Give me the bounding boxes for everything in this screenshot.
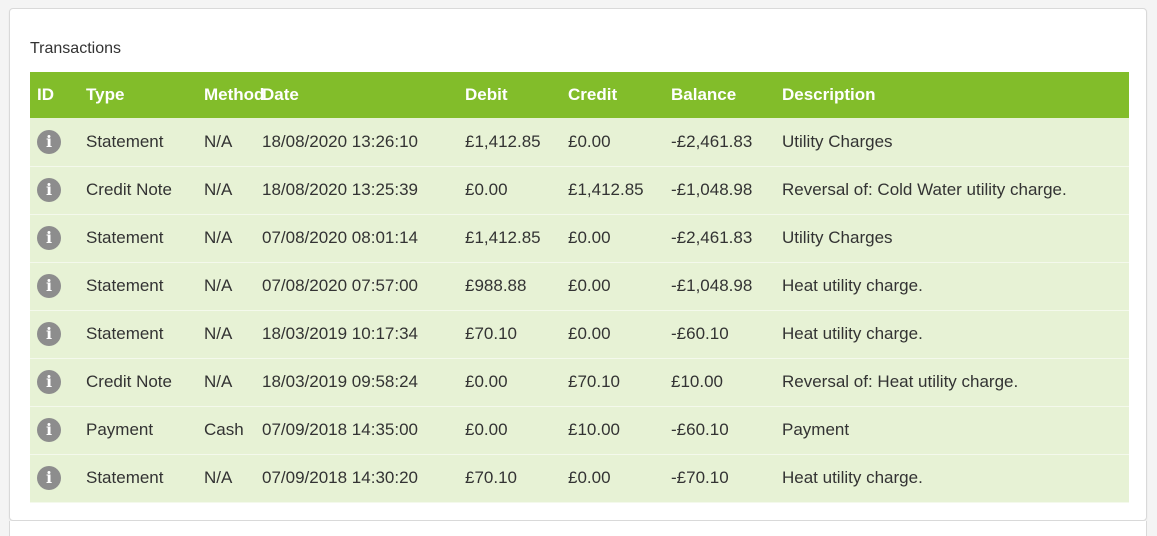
row-method: N/A	[204, 276, 233, 295]
row-debit: £988.88	[465, 276, 527, 295]
row-debit: £0.00	[465, 180, 508, 199]
info-icon[interactable]: i	[37, 129, 61, 154]
info-icon[interactable]: i	[37, 322, 61, 346]
row-id-cell: i	[30, 166, 86, 214]
table-row[interactable]: i Statement N/A 07/08/2020 08:01:14 £1,4…	[30, 214, 1129, 262]
row-balance: £10.00	[671, 372, 723, 391]
row-debit: £70.10	[465, 324, 517, 343]
row-balance: -£2,461.83	[671, 131, 753, 151]
row-description: Heat utility charge.	[782, 276, 923, 295]
column-header-description[interactable]: Description	[782, 72, 1129, 118]
row-date: 07/09/2018 14:30:20	[262, 468, 418, 487]
row-credit: £0.00	[568, 228, 611, 247]
row-method: N/A	[204, 131, 233, 151]
table-row[interactable]: i Credit Note N/A 18/08/2020 13:25:39 £0…	[30, 166, 1129, 214]
row-id-cell: i	[30, 118, 86, 166]
info-icon[interactable]: i	[37, 370, 61, 394]
info-icon[interactable]: i	[37, 274, 61, 298]
table-header-row: ID Type Method Date Debit Credit Balance…	[30, 72, 1129, 118]
info-icon[interactable]: i	[37, 418, 61, 442]
row-type: Credit Note	[86, 180, 172, 199]
row-debit: £70.10	[465, 468, 517, 487]
row-method: N/A	[204, 228, 233, 247]
next-panel-edge	[9, 521, 1147, 536]
info-icon[interactable]: i	[37, 226, 61, 250]
row-id-cell: i	[30, 310, 86, 358]
transactions-panel: Transactions ID Type Method Date Debit C…	[9, 8, 1147, 521]
transactions-table: ID Type Method Date Debit Credit Balance…	[30, 72, 1129, 503]
column-header-credit[interactable]: Credit	[568, 72, 671, 118]
table-row[interactable]: i Statement N/A 18/03/2019 10:17:34 £70.…	[30, 310, 1129, 358]
row-date: 18/03/2019 09:58:24	[262, 372, 418, 391]
row-id-cell: i	[30, 358, 86, 406]
row-date: 18/08/2020 13:26:10	[262, 131, 418, 151]
table-row[interactable]: i Statement N/A 18/08/2020 13:26:10 £1,4…	[30, 118, 1129, 166]
row-description: Utility Charges	[782, 228, 893, 247]
info-icon[interactable]: i	[37, 178, 61, 202]
row-balance: -£1,048.98	[671, 276, 753, 295]
column-header-balance[interactable]: Balance	[671, 72, 782, 118]
row-balance: -£60.10	[671, 324, 729, 343]
row-method: N/A	[204, 324, 233, 343]
row-credit: £0.00	[568, 131, 611, 151]
row-id-cell: i	[30, 262, 86, 310]
row-method: Cash	[204, 420, 244, 439]
row-method: N/A	[204, 468, 233, 487]
row-balance: -£70.10	[671, 468, 729, 487]
column-header-date[interactable]: Date	[262, 72, 465, 118]
row-method: N/A	[204, 180, 233, 199]
column-header-type[interactable]: Type	[86, 72, 204, 118]
table-row[interactable]: i Credit Note N/A 18/03/2019 09:58:24 £0…	[30, 358, 1129, 406]
table-row[interactable]: i Payment Cash 07/09/2018 14:35:00 £0.00…	[30, 406, 1129, 454]
row-description: Reversal of: Cold Water utility charge.	[782, 180, 1067, 199]
column-header-id[interactable]: ID	[30, 72, 86, 118]
info-icon[interactable]: i	[37, 466, 61, 490]
row-id-cell: i	[30, 406, 86, 454]
row-id-cell: i	[30, 454, 86, 502]
row-method: N/A	[204, 372, 233, 391]
row-description: Payment	[782, 420, 850, 439]
row-credit: £0.00	[568, 468, 611, 487]
row-balance: -£60.10	[671, 420, 729, 439]
row-credit: £10.00	[568, 420, 620, 439]
row-description: Reversal of: Heat utility charge.	[782, 372, 1019, 391]
column-header-method[interactable]: Method	[204, 72, 264, 118]
row-type: Credit Note	[86, 372, 172, 391]
row-credit: £70.10	[568, 372, 620, 391]
row-date: 18/08/2020 13:25:39	[262, 180, 418, 199]
row-date: 07/08/2020 08:01:14	[262, 228, 418, 247]
row-description: Heat utility charge.	[782, 468, 923, 487]
row-type: Statement	[86, 276, 164, 295]
row-debit: £0.00	[465, 420, 508, 439]
table-row[interactable]: i Statement N/A 07/09/2018 14:30:20 £70.…	[30, 454, 1129, 502]
row-balance: -£1,048.98	[671, 180, 753, 199]
row-credit: £0.00	[568, 324, 611, 343]
row-type: Statement	[86, 228, 164, 247]
row-debit: £1,412.85	[465, 131, 541, 151]
panel-title: Transactions	[30, 40, 121, 57]
row-credit: £0.00	[568, 276, 611, 295]
row-type: Payment	[86, 420, 154, 439]
row-type: Statement	[86, 468, 164, 487]
row-id-cell: i	[30, 214, 86, 262]
row-date: 18/03/2019 10:17:34	[262, 324, 418, 343]
row-debit: £0.00	[465, 372, 508, 391]
table-row[interactable]: i Statement N/A 07/08/2020 07:57:00 £988…	[30, 262, 1129, 310]
row-type: Statement	[86, 324, 164, 343]
row-date: 07/08/2020 07:57:00	[262, 276, 418, 295]
row-credit: £1,412.85	[568, 180, 644, 199]
row-description: Utility Charges	[782, 131, 893, 151]
row-type: Statement	[86, 131, 164, 151]
row-date: 07/09/2018 14:35:00	[262, 420, 418, 439]
row-description: Heat utility charge.	[782, 324, 923, 343]
row-balance: -£2,461.83	[671, 228, 753, 247]
row-debit: £1,412.85	[465, 228, 541, 247]
column-header-debit[interactable]: Debit	[465, 72, 568, 118]
